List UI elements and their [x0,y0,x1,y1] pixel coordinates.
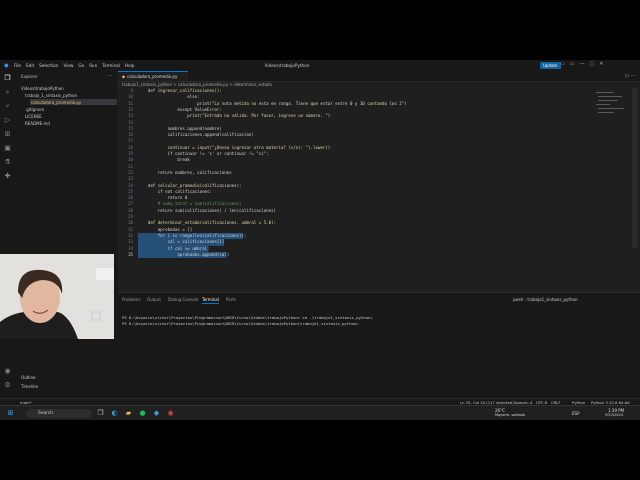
code-text[interactable]: return 0 [138,195,188,200]
code-text[interactable]: if continuar != 's' or continuar != "si"… [138,151,269,156]
update-button[interactable]: Update [540,62,561,69]
weather-text[interactable]: Mayorm. soleado [495,413,525,417]
source-control-icon[interactable]: ⑂ [3,102,12,111]
code-text[interactable]: for i in range(len(calificaciones)): [138,233,247,238]
file-explorer-icon[interactable]: ▰ [124,409,133,418]
webcam-overlay [0,254,114,339]
tab-calculadora-promedio[interactable]: ◆ calculadora_promedio.py [118,71,188,81]
folder-trabajo1[interactable]: trabajo_1_sintaxis_python [25,93,77,98]
terminal-line: PS D:\Usuario\victor\Proyectos\Programac… [122,315,373,320]
menu-run[interactable]: Run [89,63,97,68]
menu-go[interactable]: Go [78,63,84,68]
window-title[interactable]: Videos\trabajoPython [232,63,342,68]
sidebar-title: Explorer [21,74,38,79]
run-debug-icon[interactable]: ▷ [3,116,12,125]
recorder-icon[interactable]: ◉ [166,409,175,418]
task-view-icon[interactable]: ❐ [96,409,105,418]
panel-icon[interactable]: ▭ [570,61,575,67]
settings-gear-icon[interactable]: ⚙ [3,381,12,390]
code-line[interactable]: 35 aprobadas.append(cal) [118,252,618,258]
vscode-logo-icon: ◆ [4,61,9,69]
code-text[interactable]: print("Entrada no válida. Por favor, ing… [138,113,330,118]
spotify-icon[interactable]: ● [138,409,147,418]
workspace-root[interactable]: Videos\trabajoPython [21,86,64,91]
timeline-section[interactable]: Timeline [21,384,38,389]
menu-help[interactable]: Help [125,63,135,68]
taskbar-search[interactable]: Search [26,409,92,418]
minimap[interactable] [596,88,626,158]
outline-section[interactable]: Outline [21,375,35,380]
tab-terminal[interactable]: Terminal [202,297,219,304]
code-text[interactable]: print("La nota metida no esta en rango. … [138,101,407,106]
code-text[interactable]: cal = calificaciones[i] [138,239,225,244]
code-text[interactable]: def ingresar_calificaciones(): [138,88,222,93]
bottom-panel: Problems Output Debug Console Terminal P… [118,292,640,399]
code-text[interactable]: return nombres, calificaciones [138,170,232,175]
code-text[interactable]: aprobadas.append(cal) [138,252,229,257]
code-text[interactable]: calificaciones.append(calificacion) [138,132,254,137]
language-indicator[interactable]: ESP [572,411,579,416]
menu-selection[interactable]: Selection [39,63,58,68]
more-actions-icon[interactable]: ··· [107,73,112,79]
desktop-screen: ◆ File Edit Selection View Go Run Termin… [0,60,640,420]
explorer-icon[interactable]: ❐ [3,74,12,83]
code-text[interactable]: if cal >= umbral: [138,246,210,251]
maximize-icon[interactable]: ▢ [589,61,594,67]
explorer-sidebar: Explorer ··· Videos\trabajoPython trabaj… [15,71,119,398]
edge-icon[interactable]: ◐ [110,409,119,418]
tab-ports[interactable]: Ports [226,297,236,302]
account-icon[interactable]: ◉ [3,367,12,376]
vscode-taskbar-icon[interactable]: ◆ [152,409,161,418]
file-license[interactable]: LICENSE [25,114,42,119]
extensions-icon[interactable]: ⊞ [3,130,12,139]
code-text[interactable]: nombres.append(nombre) [138,126,222,131]
windows-taskbar: ⊞ Search ❐ ◐ ▰ ● ◆ ◉ 26°C Mayorm. solead… [0,405,640,420]
code-text[interactable]: break [138,157,189,162]
menu-terminal[interactable]: Terminal [102,63,120,68]
start-icon[interactable]: ⊞ [6,409,15,418]
line-number: 35 [128,251,133,257]
code-text[interactable]: return sum(calificaciones) / len(calific… [138,208,276,213]
tab-debug-console[interactable]: Debug Console [168,297,198,302]
code-text[interactable]: continuar = input("¿Desea ingresar otra … [138,145,331,150]
python-icon[interactable]: ✚ [3,172,12,181]
search-icon[interactable]: ⌕ [3,88,12,97]
tab-output[interactable]: Output [147,297,161,302]
code-text[interactable]: aprobadas = [] [138,227,193,232]
tab-label: calculadora_promedio.py [127,74,178,79]
file-gitignore[interactable]: .gitignore [25,107,44,112]
code-text[interactable]: else: [138,94,199,99]
clock-date[interactable]: 9/23/2024 [605,413,623,417]
file-readme[interactable]: README.md [25,121,50,126]
remote-icon[interactable]: ▣ [3,144,12,153]
presenter-photo [0,254,114,339]
menu-view[interactable]: View [63,63,73,68]
code-text[interactable]: # suma_total = sum(calificaciones) [138,201,242,206]
testing-icon[interactable]: ⚗ [3,158,12,167]
code-text[interactable]: def calcular_promedio(calificaciones): [138,183,242,188]
python-file-icon: ◆ [122,74,126,79]
run-file-icon[interactable]: ▷ ⋯ [626,73,636,79]
file-calculadora-promedio[interactable]: calculadora_promedio.py [31,100,81,105]
terminal-line[interactable]: PS D:\Usuario\victor\Proyectos\Programac… [122,321,361,326]
menu-file[interactable]: File [14,63,21,68]
close-icon[interactable]: ✕ [599,61,603,67]
breadcrumb[interactable]: trabajo1_sintaxis_python > calculadora_p… [122,82,272,87]
code-text[interactable]: if not calificaciones: [138,189,212,194]
minimize-icon[interactable]: — [579,61,584,67]
code-text[interactable]: def determinar_estado(calificaciones, um… [138,220,276,225]
editor-tabs: ◆ calculadora_promedio.py ▷ ⋯ [118,71,640,82]
activity-bar: ❐ ⌕ ⑂ ▷ ⊞ ▣ ⚗ ✚ ◉ ⚙ [0,71,16,398]
code-text[interactable]: except ValueError: [138,107,221,112]
terminal-instance[interactable]: pwsh - trabajo1_sintaxis_python [513,297,577,302]
layout-icon[interactable]: ▭ [560,61,565,67]
tab-problems[interactable]: Problems [122,297,140,302]
editor-scrollbar[interactable] [632,88,637,248]
menu-edit[interactable]: Edit [26,63,34,68]
search-label: Search [38,411,54,416]
